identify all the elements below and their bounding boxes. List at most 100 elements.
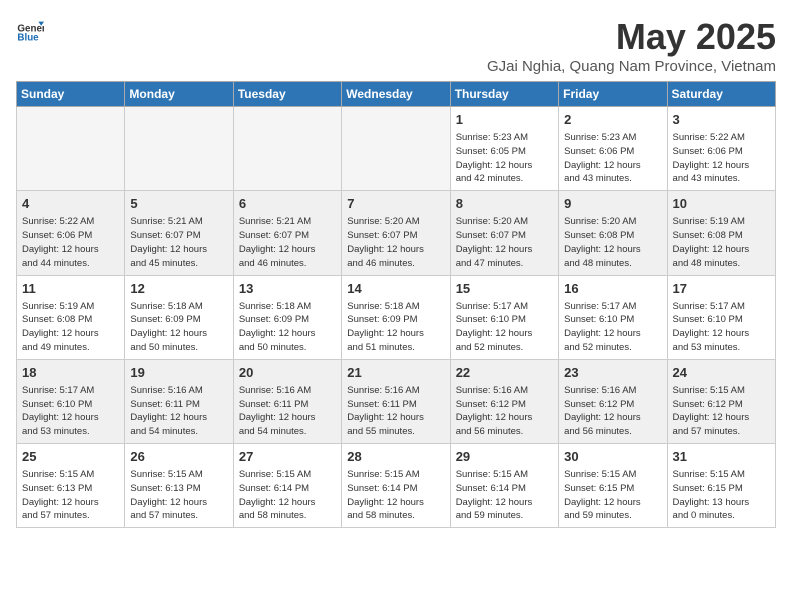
day-info: Sunrise: 5:15 AM Sunset: 6:15 PM Dayligh… (564, 468, 661, 523)
calendar-cell: 24Sunrise: 5:15 AM Sunset: 6:12 PM Dayli… (667, 359, 775, 443)
day-number: 21 (347, 364, 444, 382)
week-row-1: 1 Sunrise: 5:23 AM Sunset: 6:05 PM Daylig… (17, 107, 776, 191)
day-info: Sunrise: 5:17 AM Sunset: 6:10 PM Dayligh… (456, 300, 553, 355)
day-info: Sunrise: 5:17 AM Sunset: 6:10 PM Dayligh… (564, 300, 661, 355)
logo-icon: General Blue (16, 16, 44, 44)
calendar-cell: 18 Sunrise: 5:17 AM Sunset: 6:10 PM Dayli… (17, 359, 125, 443)
day-number: 27 (239, 448, 336, 466)
weekday-header-thursday: Thursday (450, 82, 558, 107)
calendar-cell: 19 Sunrise: 5:16 AM Sunset: 6:11 PM Dayli… (125, 359, 233, 443)
day-number: 13 (239, 280, 336, 298)
calendar-cell: 20 Sunrise: 5:16 AM Sunset: 6:11 PM Dayli… (233, 359, 341, 443)
day-number: 15 (456, 280, 553, 298)
calendar-cell: 23 Sunrise: 5:16 AM Sunset: 6:12 PM Dayli… (559, 359, 667, 443)
day-number: 9 (564, 195, 661, 213)
calendar-cell: 12 Sunrise: 5:18 AM Sunset: 6:09 PM Dayli… (125, 275, 233, 359)
svg-text:Blue: Blue (17, 33, 39, 44)
day-number: 29 (456, 448, 553, 466)
weekday-header-row: SundayMondayTuesdayWednesdayThursdayFrid… (17, 82, 776, 107)
calendar-cell: 28 Sunrise: 5:15 AM Sunset: 6:14 PM Dayli… (342, 444, 450, 528)
day-info: Sunrise: 5:20 AM Sunset: 6:07 PM Dayligh… (456, 215, 553, 270)
day-info: Sunrise: 5:15 AM Sunset: 6:15 PM Dayligh… (673, 468, 770, 523)
day-info: Sunrise: 5:16 AM Sunset: 6:11 PM Dayligh… (130, 384, 227, 439)
calendar-cell: 6Sunrise: 5:21 AM Sunset: 6:07 PM Daylig… (233, 191, 341, 275)
day-info: Sunrise: 5:17 AM Sunset: 6:10 PM Dayligh… (22, 384, 119, 439)
weekday-header-tuesday: Tuesday (233, 82, 341, 107)
day-info: Sunrise: 5:18 AM Sunset: 6:09 PM Dayligh… (239, 300, 336, 355)
calendar-cell: 11 Sunrise: 5:19 AM Sunset: 6:08 PM Dayli… (17, 275, 125, 359)
day-number: 6 (239, 195, 336, 213)
day-number: 1 (456, 111, 553, 129)
day-info: Sunrise: 5:22 AM Sunset: 6:06 PM Dayligh… (22, 215, 119, 270)
subtitle: GJai Nghia, Quang Nam Province, Vietnam (487, 58, 776, 75)
day-number: 11 (22, 280, 119, 298)
week-row-2: 4 Sunrise: 5:22 AM Sunset: 6:06 PM Daylig… (17, 191, 776, 275)
day-info: Sunrise: 5:16 AM Sunset: 6:11 PM Dayligh… (347, 384, 444, 439)
calendar-cell: 4 Sunrise: 5:22 AM Sunset: 6:06 PM Daylig… (17, 191, 125, 275)
day-info: Sunrise: 5:21 AM Sunset: 6:07 PM Dayligh… (130, 215, 227, 270)
logo: General Blue (16, 16, 44, 44)
week-row-4: 18 Sunrise: 5:17 AM Sunset: 6:10 PM Dayli… (17, 359, 776, 443)
weekday-header-sunday: Sunday (17, 82, 125, 107)
day-number: 4 (22, 195, 119, 213)
day-number: 7 (347, 195, 444, 213)
day-number: 26 (130, 448, 227, 466)
calendar-cell: 16 Sunrise: 5:17 AM Sunset: 6:10 PM Dayli… (559, 275, 667, 359)
calendar-cell (17, 107, 125, 191)
calendar-cell: 31 Sunrise: 5:15 AM Sunset: 6:15 PM Dayli… (667, 444, 775, 528)
day-number: 22 (456, 364, 553, 382)
calendar-cell: 26Sunrise: 5:15 AM Sunset: 6:13 PM Dayli… (125, 444, 233, 528)
weekday-header-monday: Monday (125, 82, 233, 107)
day-info: Sunrise: 5:23 AM Sunset: 6:06 PM Dayligh… (564, 131, 661, 186)
calendar-cell: 30 Sunrise: 5:15 AM Sunset: 6:15 PM Dayli… (559, 444, 667, 528)
day-info: Sunrise: 5:15 AM Sunset: 6:14 PM Dayligh… (239, 468, 336, 523)
calendar-cell (125, 107, 233, 191)
calendar-cell: 15 Sunrise: 5:17 AM Sunset: 6:10 PM Dayli… (450, 275, 558, 359)
calendar-cell: 3Sunrise: 5:22 AM Sunset: 6:06 PM Daylig… (667, 107, 775, 191)
calendar-cell: 5 Sunrise: 5:21 AM Sunset: 6:07 PM Daylig… (125, 191, 233, 275)
day-number: 16 (564, 280, 661, 298)
day-number: 31 (673, 448, 770, 466)
day-info: Sunrise: 5:19 AM Sunset: 6:08 PM Dayligh… (22, 300, 119, 355)
week-row-3: 11 Sunrise: 5:19 AM Sunset: 6:08 PM Dayli… (17, 275, 776, 359)
day-number: 12 (130, 280, 227, 298)
day-info: Sunrise: 5:23 AM Sunset: 6:05 PM Dayligh… (456, 131, 553, 186)
calendar-cell: 17 Sunrise: 5:17 AM Sunset: 6:10 PM Dayli… (667, 275, 775, 359)
calendar-cell: 25Sunrise: 5:15 AM Sunset: 6:13 PM Dayli… (17, 444, 125, 528)
day-info: Sunrise: 5:15 AM Sunset: 6:14 PM Dayligh… (347, 468, 444, 523)
day-number: 8 (456, 195, 553, 213)
calendar-cell (233, 107, 341, 191)
weekday-header-friday: Friday (559, 82, 667, 107)
title-block: May 2025 GJai Nghia, Quang Nam Province,… (487, 16, 776, 75)
calendar-cell: 21 Sunrise: 5:16 AM Sunset: 6:11 PM Dayli… (342, 359, 450, 443)
day-number: 30 (564, 448, 661, 466)
day-number: 17 (673, 280, 770, 298)
day-number: 20 (239, 364, 336, 382)
calendar-cell: 9Sunrise: 5:20 AM Sunset: 6:08 PM Daylig… (559, 191, 667, 275)
day-info: Sunrise: 5:18 AM Sunset: 6:09 PM Dayligh… (347, 300, 444, 355)
day-info: Sunrise: 5:15 AM Sunset: 6:13 PM Dayligh… (22, 468, 119, 523)
day-info: Sunrise: 5:18 AM Sunset: 6:09 PM Dayligh… (130, 300, 227, 355)
calendar-cell: 7Sunrise: 5:20 AM Sunset: 6:07 PM Daylig… (342, 191, 450, 275)
weekday-header-saturday: Saturday (667, 82, 775, 107)
calendar-table: SundayMondayTuesdayWednesdayThursdayFrid… (16, 81, 776, 528)
calendar-cell: 27 Sunrise: 5:15 AM Sunset: 6:14 PM Dayli… (233, 444, 341, 528)
day-number: 19 (130, 364, 227, 382)
day-number: 24 (673, 364, 770, 382)
calendar-cell: 13 Sunrise: 5:18 AM Sunset: 6:09 PM Dayli… (233, 275, 341, 359)
week-row-5: 25Sunrise: 5:15 AM Sunset: 6:13 PM Dayli… (17, 444, 776, 528)
day-info: Sunrise: 5:22 AM Sunset: 6:06 PM Dayligh… (673, 131, 770, 186)
day-number: 5 (130, 195, 227, 213)
day-number: 18 (22, 364, 119, 382)
day-number: 2 (564, 111, 661, 129)
day-info: Sunrise: 5:16 AM Sunset: 6:12 PM Dayligh… (564, 384, 661, 439)
day-number: 10 (673, 195, 770, 213)
day-info: Sunrise: 5:19 AM Sunset: 6:08 PM Dayligh… (673, 215, 770, 270)
calendar-cell (342, 107, 450, 191)
day-number: 23 (564, 364, 661, 382)
day-info: Sunrise: 5:16 AM Sunset: 6:12 PM Dayligh… (456, 384, 553, 439)
day-number: 28 (347, 448, 444, 466)
day-info: Sunrise: 5:17 AM Sunset: 6:10 PM Dayligh… (673, 300, 770, 355)
calendar-cell: 8 Sunrise: 5:20 AM Sunset: 6:07 PM Daylig… (450, 191, 558, 275)
day-info: Sunrise: 5:16 AM Sunset: 6:11 PM Dayligh… (239, 384, 336, 439)
